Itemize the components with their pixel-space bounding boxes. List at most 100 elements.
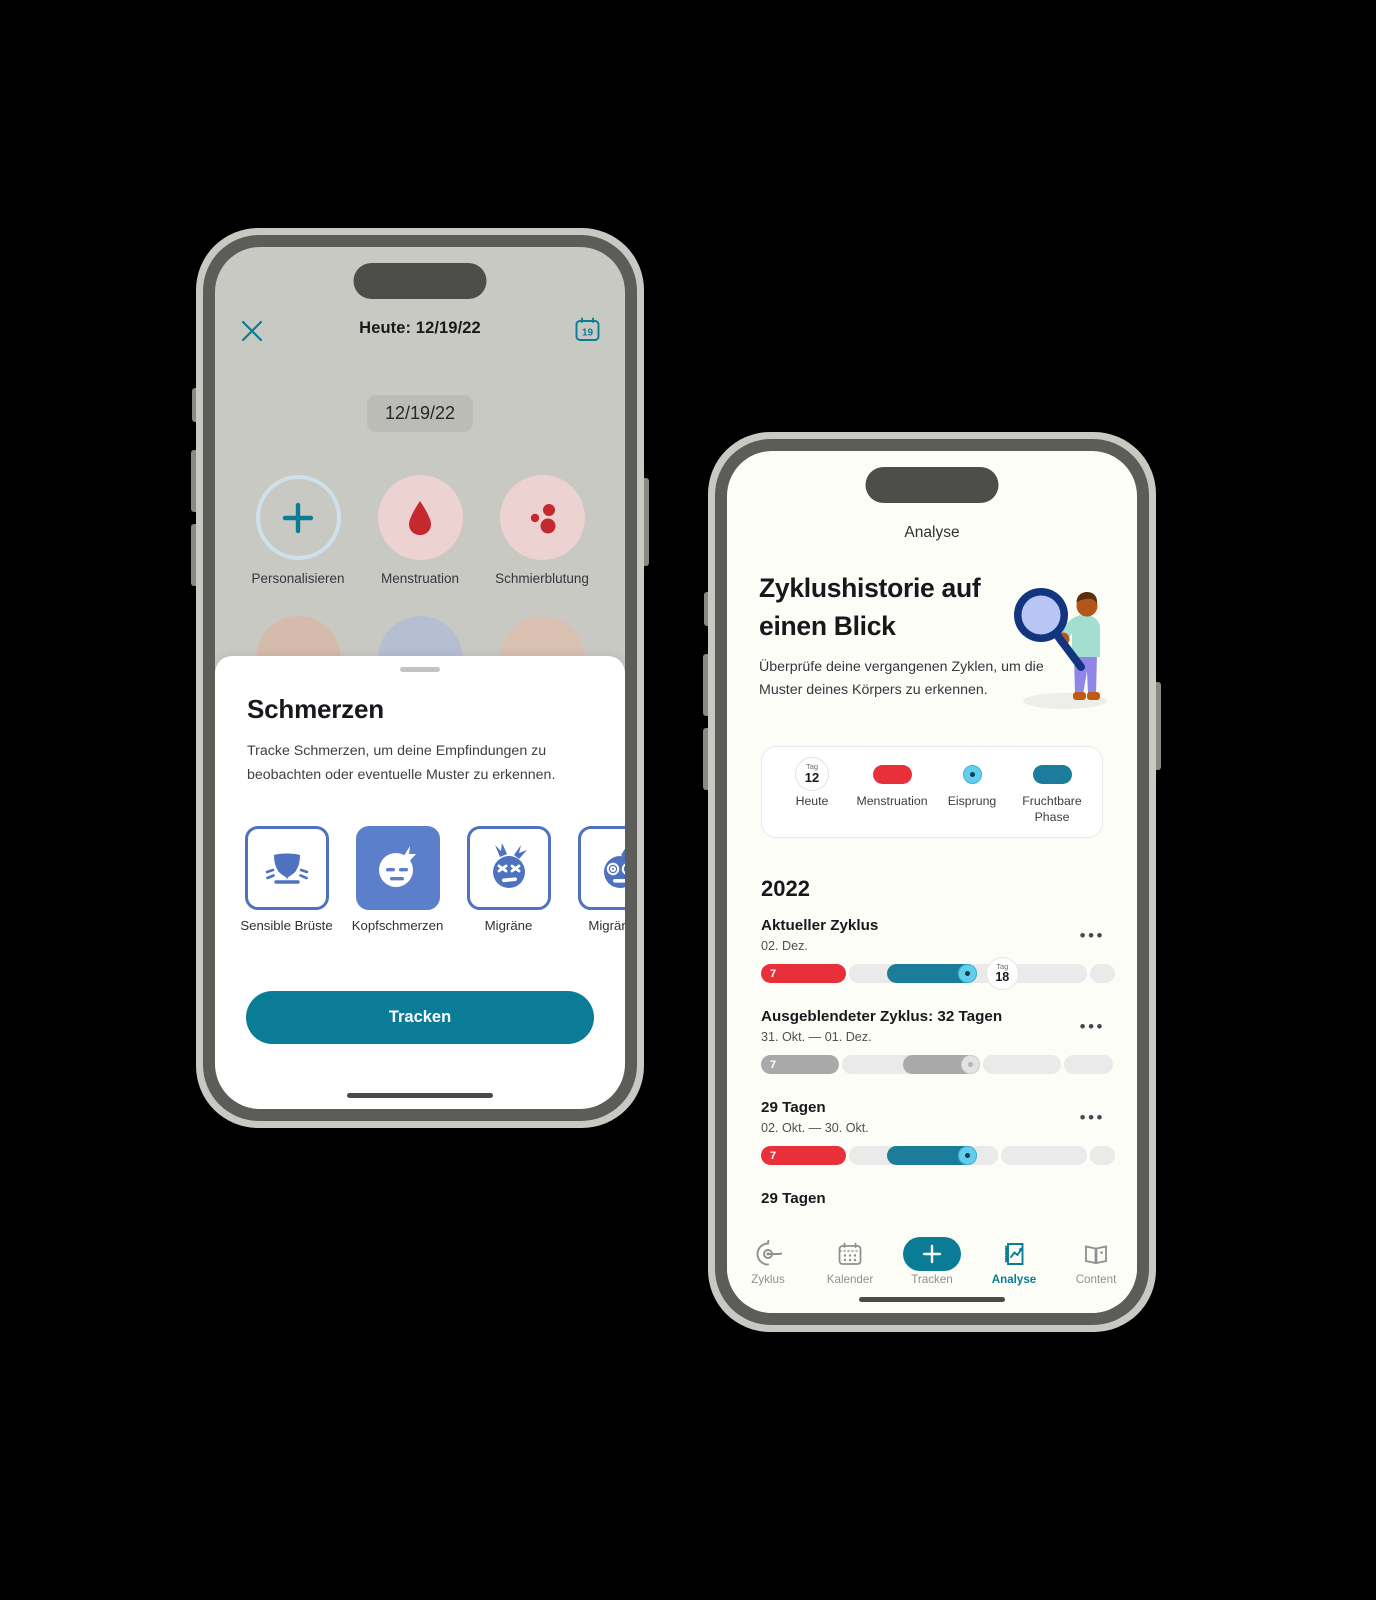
symptom-label: Personalisieren	[251, 571, 345, 586]
tab-label: Kalender	[826, 1273, 874, 1286]
more-options-icon[interactable]: •••	[1080, 1018, 1105, 1035]
track-button[interactable]: Tracken	[246, 991, 594, 1044]
legend-item-menstruation: Menstruation	[852, 761, 932, 809]
mid-segment	[848, 964, 999, 983]
mid-segment	[848, 1146, 999, 1165]
chip-box	[355, 826, 440, 910]
cycle-bar: 7 Tag 18	[761, 957, 1115, 990]
cycle-icon	[754, 1239, 782, 1269]
legend-item-heute: Tag 12 Heute	[772, 757, 852, 809]
ovulation-marker	[960, 1055, 980, 1074]
cycle-row[interactable]: 29 Tagen	[761, 1190, 1115, 1207]
legend-card: Tag 12 Heute Menstruation Eisprung Fruch…	[761, 746, 1103, 838]
book-icon	[1082, 1239, 1110, 1269]
tab-label: Zyklus	[751, 1273, 785, 1286]
calendar-icon[interactable]: 19	[574, 316, 601, 343]
symptom-schmierblutung[interactable]: Schmierblutung	[481, 475, 603, 586]
symptom-circle	[499, 475, 585, 560]
phone-mockup-right: Analyse Zyklushistorie auf einen Blick Ü…	[703, 432, 1161, 1332]
blood-drop-icon	[409, 500, 431, 535]
plus-icon	[903, 1237, 961, 1271]
dynamic-island	[865, 467, 999, 503]
today-day-bubble: Tag 12	[795, 757, 829, 791]
legend-label: Heute	[795, 794, 829, 808]
cycle-name: 29 Tagen	[761, 1099, 826, 1116]
tab-tracken[interactable]: Tracken	[891, 1237, 973, 1286]
home-indicator	[347, 1093, 493, 1098]
analysis-chart-icon	[1000, 1239, 1028, 1269]
chip-sensible-bruste[interactable]: Sensible Brüste	[239, 826, 334, 933]
cycle-name: Ausgeblendeter Zyklus: 32 Tagen	[761, 1008, 1003, 1025]
legend-item-fruchtbare-phase: Fruchtbare Phase	[1012, 761, 1092, 825]
svg-text:19: 19	[582, 328, 594, 339]
menstruation-swatch	[872, 761, 912, 787]
chip-migrane[interactable]: Migräne	[461, 826, 556, 933]
symptom-chip-row: Sensible Brüste Kopfschmerzen Migräne Mi…	[215, 826, 625, 933]
screen-title: Analyse	[904, 524, 960, 541]
symptom-menstruation[interactable]: Menstruation	[359, 475, 481, 586]
sheet-description: Tracke Schmerzen, um deine Empfindungen …	[247, 743, 556, 783]
calendar-icon	[836, 1239, 864, 1269]
cycle-row[interactable]: Ausgeblendeter Zyklus: 32 Tagen 31. Okt.…	[761, 1008, 1115, 1074]
cycle-row[interactable]: 29 Tagen 02. Okt. — 30. Okt. ••• 7	[761, 1099, 1115, 1165]
late-segment	[1001, 1146, 1088, 1165]
sheet-drag-handle[interactable]	[400, 667, 440, 672]
ovulation-swatch	[962, 761, 982, 787]
symptom-label: Schmierblutung	[495, 571, 589, 586]
migraine-aura-face-icon	[603, 847, 625, 888]
chip-box	[466, 826, 551, 910]
fertile-swatch	[1032, 761, 1072, 787]
ovulation-marker	[957, 964, 977, 983]
right-phone-screen: Analyse Zyklushistorie auf einen Blick Ü…	[727, 451, 1137, 1313]
selected-date-chip[interactable]: 12/19/22	[366, 395, 474, 432]
menstruation-segment: 7	[761, 1055, 839, 1074]
mid-segment	[841, 1055, 980, 1074]
cycle-name: 29 Tagen	[761, 1190, 826, 1207]
symptom-personalisieren[interactable]: Personalisieren	[237, 475, 359, 586]
chip-kopfschmerzen[interactable]: Kopfschmerzen	[350, 826, 445, 933]
plus-icon	[282, 502, 314, 533]
migraine-face-icon	[492, 843, 527, 888]
cycle-history-list: Aktueller Zyklus 02. Dez. ••• 7 Tag 18 A…	[761, 917, 1115, 1232]
chip-label: Kopfschmerzen	[351, 918, 444, 933]
left-top-bar: Heute: 12/19/22 19	[215, 315, 625, 349]
day-number: 12	[804, 770, 820, 785]
tail-segment	[1090, 964, 1115, 983]
chip-migrane-mit-aura[interactable]: Migräne m	[572, 826, 625, 933]
sore-breasts-icon	[265, 853, 308, 884]
tab-kalender[interactable]: Kalender	[809, 1239, 891, 1286]
left-phone-screen: Heute: 12/19/22 19 12/19/22 Personalisie…	[215, 247, 625, 1109]
menstruation-segment: 7	[761, 1146, 846, 1165]
legend-label: Menstruation	[856, 794, 928, 808]
headache-face-icon	[378, 846, 416, 887]
ovulation-marker	[957, 1146, 977, 1165]
tab-content[interactable]: Content	[1055, 1239, 1137, 1286]
hero-section: Zyklushistorie auf einen Blick Überprüfe…	[759, 569, 1123, 709]
cycle-bar: 7	[761, 1146, 1115, 1165]
cycle-name: Aktueller Zyklus	[761, 917, 879, 934]
cycle-date-range: 02. Dez.	[761, 939, 808, 953]
symptom-circle	[377, 475, 463, 560]
more-options-icon[interactable]: •••	[1080, 1109, 1105, 1126]
today-marker: Tag 18	[985, 957, 1019, 990]
chip-label: Sensible Brüste	[240, 918, 333, 933]
legend-label: Eisprung	[947, 794, 997, 808]
tail-segment	[1090, 1146, 1115, 1165]
cycle-date-range: 02. Okt. — 30. Okt.	[761, 1121, 869, 1135]
chip-label: Migräne m	[588, 918, 625, 933]
day-bubble-swatch: Tag 12	[795, 757, 829, 791]
day-number: 18	[995, 970, 1010, 984]
tab-label: Content	[1075, 1273, 1117, 1286]
more-options-icon[interactable]: •••	[1080, 927, 1105, 944]
tab-analyse[interactable]: Analyse	[973, 1239, 1055, 1286]
year-heading: 2022	[761, 876, 810, 901]
hero-heading: Zyklushistorie auf einen Blick	[759, 573, 981, 641]
track-fab[interactable]	[903, 1237, 961, 1271]
late-segment	[982, 1055, 1061, 1074]
tab-zyklus[interactable]: Zyklus	[727, 1239, 809, 1286]
page-title: Heute: 12/19/22	[359, 319, 481, 337]
person-with-magnifier-illustration	[1003, 579, 1123, 711]
sheet-title: Schmerzen	[247, 694, 384, 724]
symptom-label: Menstruation	[380, 571, 460, 586]
cycle-row[interactable]: Aktueller Zyklus 02. Dez. ••• 7 Tag 18	[761, 917, 1115, 990]
